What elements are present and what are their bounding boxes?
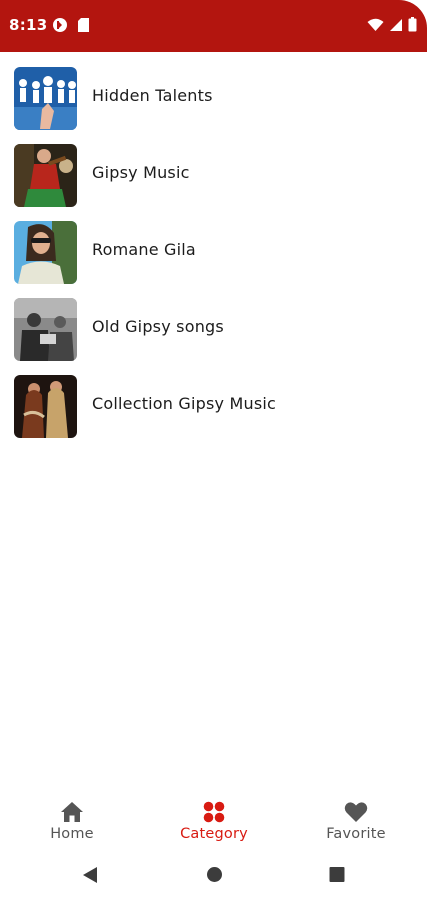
category-icon	[203, 801, 225, 823]
dancers-thumbnail	[14, 375, 77, 438]
status-time: 8:13	[9, 16, 48, 34]
paper-people-thumbnail	[14, 67, 77, 130]
data-saver-icon	[52, 17, 68, 37]
violinist-thumbnail	[14, 144, 77, 207]
heart-icon	[344, 802, 368, 822]
woman-sunglasses-thumbnail	[14, 221, 77, 284]
back-icon[interactable]	[82, 866, 98, 888]
nav-category[interactable]: Category	[154, 800, 274, 842]
nav-home[interactable]: Home	[12, 800, 132, 842]
category-item-collection-gipsy-music[interactable]: Collection Gipsy Music	[0, 366, 427, 443]
category-label: Hidden Talents	[92, 86, 213, 105]
old-photo-thumbnail	[14, 298, 77, 361]
home-circle-icon[interactable]	[206, 866, 223, 887]
category-label: Collection Gipsy Music	[92, 394, 277, 413]
sd-card-icon	[77, 17, 90, 37]
category-item-romane-gila[interactable]: Romane Gila	[0, 212, 427, 289]
category-label: Old Gipsy songs	[92, 317, 224, 336]
bottom-navigation: Home Category Favorite	[0, 790, 427, 852]
nav-category-label: Category	[180, 826, 248, 842]
battery-icon	[408, 17, 417, 36]
nav-home-label: Home	[50, 826, 94, 842]
category-item-gipsy-music[interactable]: Gipsy Music	[0, 135, 427, 212]
category-item-hidden-talents[interactable]: Hidden Talents	[0, 58, 427, 135]
system-navigation-bar	[0, 852, 427, 900]
status-bar: 8:13	[0, 0, 427, 52]
home-icon	[61, 802, 83, 822]
category-item-old-gipsy-songs[interactable]: Old Gipsy songs	[0, 289, 427, 366]
category-label: Gipsy Music	[92, 163, 190, 182]
signal-icon	[389, 17, 403, 36]
status-right-icons	[367, 17, 417, 36]
app-screen: 8:13 Hidden Talents Gipsy Music Romane G…	[0, 0, 427, 900]
nav-favorite-label: Favorite	[326, 826, 386, 842]
category-list: Hidden Talents Gipsy Music Romane Gila O…	[0, 58, 427, 443]
category-label: Romane Gila	[92, 240, 196, 259]
nav-favorite[interactable]: Favorite	[296, 800, 416, 842]
recents-square-icon[interactable]	[329, 866, 345, 887]
wifi-icon	[367, 17, 384, 36]
status-left-icons	[52, 17, 90, 37]
